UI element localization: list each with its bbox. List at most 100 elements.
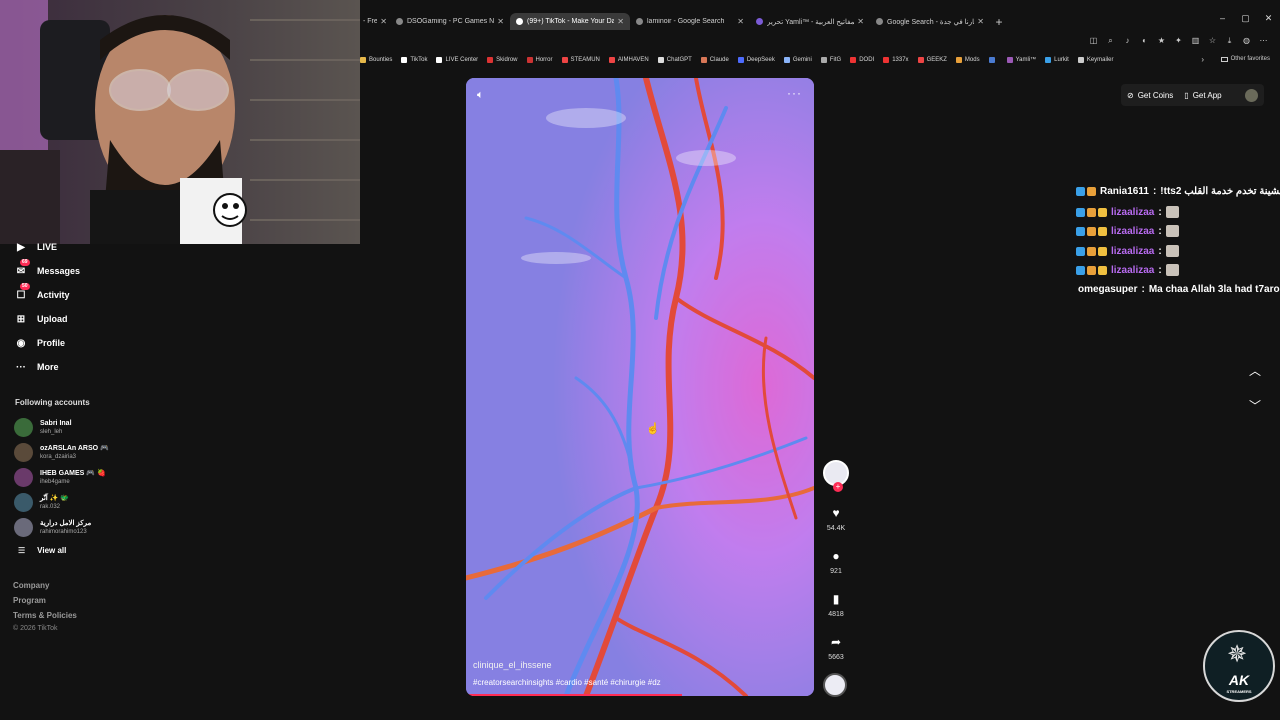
bookmark-item[interactable]: Keymailer xyxy=(1077,57,1114,63)
close-window-button[interactable]: ✕ xyxy=(1257,13,1280,24)
downloads-icon[interactable]: ⤓ xyxy=(1225,36,1234,45)
terms-link[interactable]: Terms & Policies xyxy=(13,611,77,620)
menu-icon[interactable]: ⋯ xyxy=(1259,36,1268,45)
browser-tab[interactable]: laminoir - Google Search ✕ xyxy=(630,13,750,30)
bookmark-item[interactable]: Gemini xyxy=(783,57,812,63)
bookmark-item[interactable]: Claude xyxy=(700,57,729,63)
following-account[interactable]: آنّر ✨ 🐲 rak.032 xyxy=(14,491,194,513)
video-caption[interactable]: #creatorsearchinsights #cardio #santé #c… xyxy=(473,678,661,687)
bookmark-item[interactable]: Mods xyxy=(955,57,980,63)
video-author[interactable]: clinique_el_ihssene xyxy=(473,660,552,670)
volume-icon[interactable]: 🔈︎ xyxy=(477,89,484,102)
bookmark-favicon-icon xyxy=(917,57,924,63)
tab-title: DSOGaming - PC Games News, S xyxy=(407,18,495,25)
bookmark-item[interactable]: Horror xyxy=(526,57,553,63)
view-all-link[interactable]: ☰ View all xyxy=(18,546,66,555)
bookmark-item[interactable] xyxy=(988,57,998,63)
bookmark-item[interactable]: Lurkit xyxy=(1045,57,1069,63)
browser-tab[interactable]: - Fre ✕ xyxy=(360,13,390,30)
music-disc-icon[interactable] xyxy=(823,673,847,697)
split-screen-icon[interactable]: ▥ xyxy=(1191,36,1200,45)
account-text: مركز الامل درارية rahimorahimo123 xyxy=(40,519,91,536)
chat-badge-icon xyxy=(1098,265,1107,275)
close-icon[interactable]: ✕ xyxy=(497,17,504,26)
browser-tab[interactable]: تحرير Yamli™ - لوحة المفاتيح العربية ✕ xyxy=(750,13,870,30)
sidebar-item-upload[interactable]: ⊞ Upload xyxy=(15,313,68,325)
save-action[interactable]: ▮ 4818 xyxy=(822,592,850,618)
bookmark-item[interactable]: Bounties xyxy=(360,57,392,63)
bookmark-item[interactable]: GEEKZ xyxy=(917,57,947,63)
comment-icon[interactable]: ● xyxy=(822,549,850,563)
bookmark-item[interactable]: 1337x xyxy=(883,57,909,63)
bookmark-item[interactable]: ChatGPT xyxy=(657,57,692,63)
browser-tab-active[interactable]: (99+) TikTok - Make Your Day ✕ xyxy=(510,13,630,30)
bookmark-item[interactable]: TikTok xyxy=(401,57,427,63)
share-action[interactable]: ➦ 5663 xyxy=(822,635,850,661)
bookmark-item[interactable]: STEAMUN xyxy=(561,57,600,63)
like-action[interactable]: ♥ 54.4K xyxy=(822,506,850,532)
new-tab-button[interactable]: + xyxy=(990,15,1008,29)
sidebar-item-more[interactable]: ··· More xyxy=(15,361,59,373)
bookmark-item[interactable]: DODI xyxy=(850,57,874,63)
maximize-button[interactable]: ▢ xyxy=(1234,13,1257,24)
other-favorites[interactable]: Other favorites xyxy=(1220,56,1270,62)
read-aloud-icon[interactable]: ♪ xyxy=(1123,36,1132,45)
close-icon[interactable]: ✕ xyxy=(977,17,984,26)
bookmark-item[interactable]: FitG xyxy=(820,57,841,63)
following-account[interactable]: ozARSLAn ARSO 🎮 kora_dzairia3 xyxy=(14,441,194,463)
get-coins-button[interactable]: ⊘ Get Coins xyxy=(1127,91,1173,100)
sidebar-item-activity[interactable]: ☐ 50 Activity xyxy=(15,283,70,301)
following-account[interactable]: مركز الامل درارية rahimorahimo123 xyxy=(14,516,194,538)
comment-count: 921 xyxy=(830,568,842,575)
translate-icon[interactable]: ◐ xyxy=(1140,36,1149,45)
other-favorites-label: Other favorites xyxy=(1230,56,1270,62)
next-video-icon[interactable]: ﹀ xyxy=(1249,397,1261,414)
profile-icon[interactable]: ◍ xyxy=(1242,36,1251,45)
comment-action[interactable]: ● 921 xyxy=(822,549,850,575)
minimize-button[interactable]: – xyxy=(1211,13,1234,24)
company-link[interactable]: Company xyxy=(13,581,49,590)
video-player[interactable]: 🔈︎ ··· clinique_el_ihssene #creatorsearc… xyxy=(466,78,814,696)
sidebar-item-messages[interactable]: ✉ 69 Messages xyxy=(15,259,80,277)
following-account[interactable]: IHEB GAMES 🎮 🍓 iheb4game xyxy=(14,466,194,488)
follow-plus-icon[interactable]: + xyxy=(833,482,843,492)
close-icon[interactable]: ✕ xyxy=(857,17,864,26)
extensions-icon[interactable]: ✦ xyxy=(1174,36,1183,45)
chat-message: lizaalizaa: xyxy=(1076,206,1179,218)
following-account[interactable]: Sabri Inal sleh_leh xyxy=(14,416,194,438)
bookmark-item[interactable]: Yamli™ xyxy=(1006,57,1036,63)
screenshot-icon[interactable]: ◫ xyxy=(1089,36,1098,45)
bookmark-favicon-icon xyxy=(783,57,790,63)
more-options-icon[interactable]: ··· xyxy=(787,86,802,100)
sidebar-item-live[interactable]: ▶ LIVE xyxy=(15,241,57,253)
close-icon[interactable]: ✕ xyxy=(380,17,387,26)
bookmark-icon[interactable]: ▮ xyxy=(822,592,850,606)
chat-username: lizaalizaa xyxy=(1111,264,1155,276)
close-icon[interactable]: ✕ xyxy=(617,17,624,26)
video-progress-bar[interactable] xyxy=(466,694,682,696)
browser-tab[interactable]: DSOGaming - PC Games News, S ✕ xyxy=(390,13,510,30)
browser-tab[interactable]: Google Search - كم أسعارنا في جدة ✕ xyxy=(870,13,990,30)
previous-video-icon[interactable]: ︿ xyxy=(1249,362,1261,379)
bookmark-item[interactable]: AIMHAVEN xyxy=(608,57,649,63)
bookmark-item[interactable]: LIVE Center xyxy=(436,57,478,63)
heart-icon[interactable]: ♥ xyxy=(822,506,850,520)
creator-avatar[interactable]: + xyxy=(823,460,849,492)
get-app-button[interactable]: ▯ Get App xyxy=(1184,91,1221,100)
chat-message: lizaalizaa: xyxy=(1076,245,1179,257)
sidebar-item-profile[interactable]: ◉ Profile xyxy=(15,337,65,349)
avatar xyxy=(14,467,33,487)
favorite-star-icon[interactable]: ★ xyxy=(1157,36,1166,45)
close-icon[interactable]: ✕ xyxy=(737,17,744,26)
bookmarks-overflow-icon[interactable]: › xyxy=(1201,55,1204,64)
bookmark-item[interactable]: DeepSeek xyxy=(737,57,775,63)
favorites-icon[interactable]: ☆ xyxy=(1208,36,1217,45)
user-avatar[interactable] xyxy=(1245,88,1258,102)
chat-message: lizaalizaa: xyxy=(1076,225,1179,237)
program-link[interactable]: Program xyxy=(13,596,46,605)
zoom-icon[interactable]: ⌕ xyxy=(1106,36,1115,45)
chat-badge-icon xyxy=(1087,187,1096,196)
bookmark-item[interactable]: Skidrow xyxy=(487,57,518,63)
avatar xyxy=(14,517,33,537)
share-icon[interactable]: ➦ xyxy=(822,635,850,649)
